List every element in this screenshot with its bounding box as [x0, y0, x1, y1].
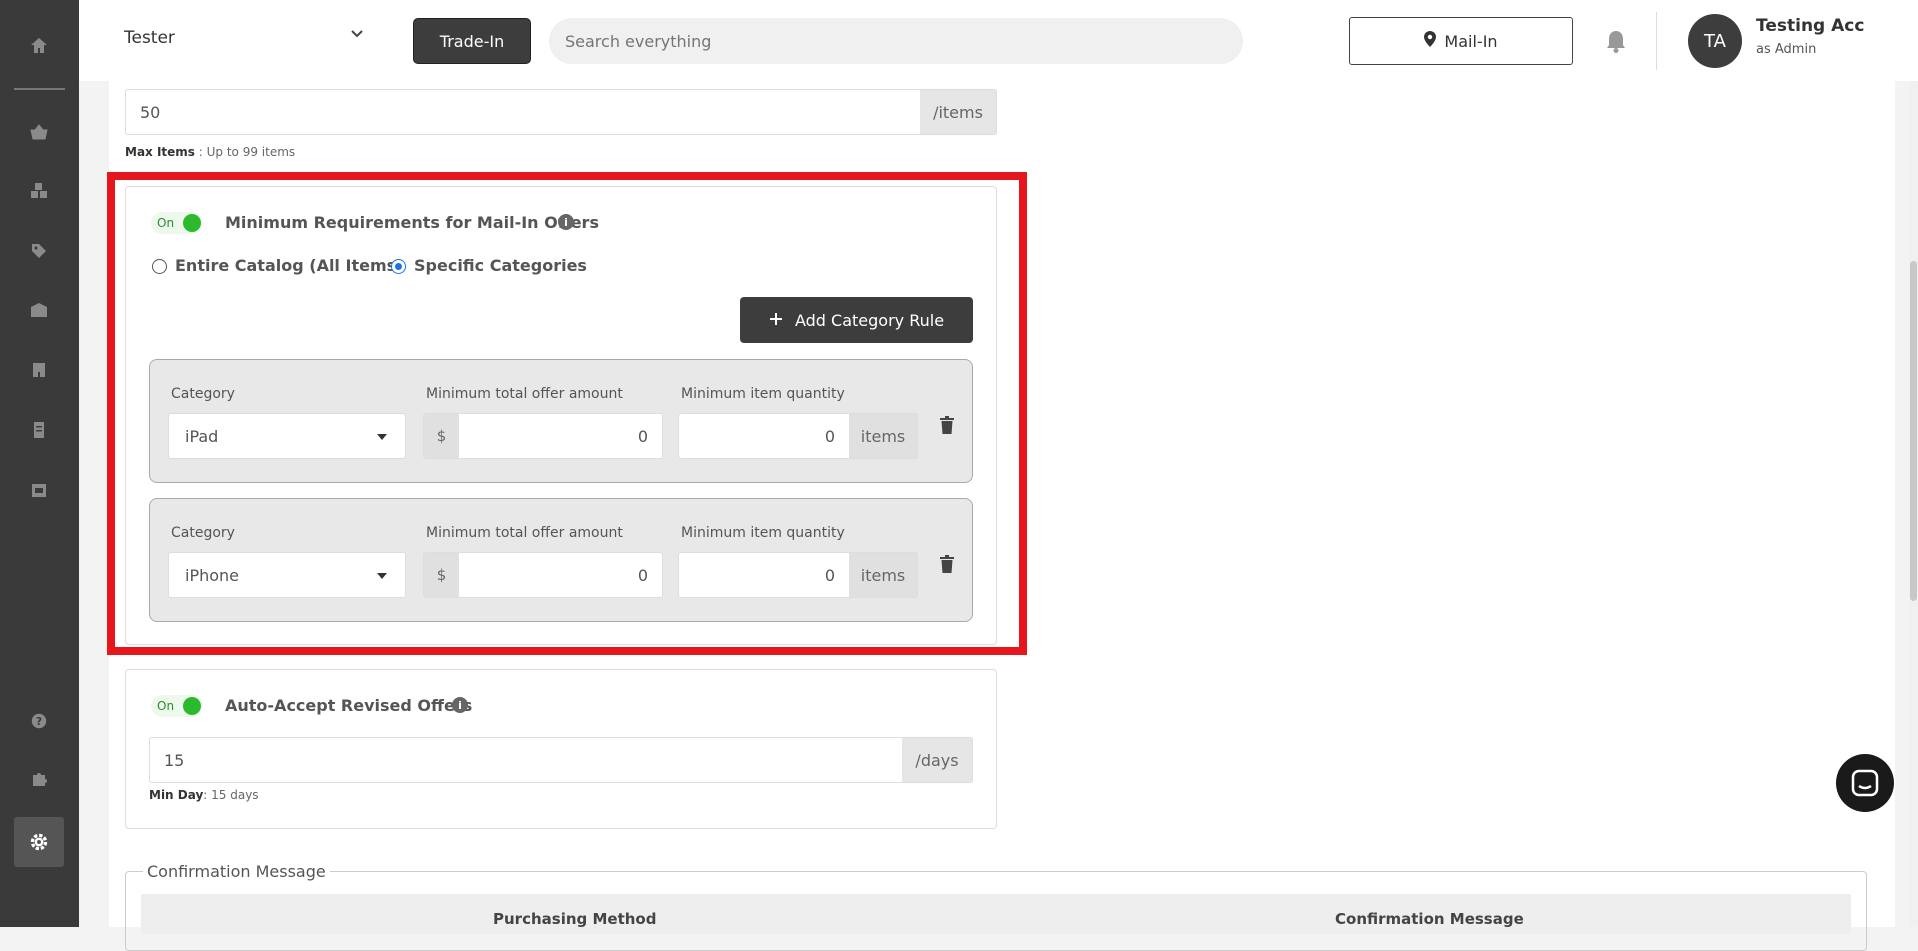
- boxes-icon[interactable]: [22, 174, 56, 208]
- min-qty-label: Minimum item quantity: [681, 386, 845, 402]
- max-items-input[interactable]: 50: [126, 90, 920, 134]
- store-name: Tester: [124, 28, 175, 48]
- warehouse-icon[interactable]: [22, 293, 56, 327]
- basket-icon[interactable]: [22, 115, 56, 149]
- radio-specific-categories[interactable]: [391, 259, 406, 274]
- min-qty-input-group: 0 items: [678, 413, 918, 459]
- min-amount-input-group: $ 0: [423, 413, 663, 459]
- chat-icon[interactable]: [1836, 754, 1894, 812]
- category-select[interactable]: iPad: [168, 413, 406, 459]
- min-amount-label: Minimum total offer amount: [426, 386, 623, 402]
- min-requirements-toggle[interactable]: On: [151, 212, 203, 234]
- min-qty-input-group: 0 items: [678, 552, 918, 598]
- trash-icon[interactable]: [940, 555, 956, 575]
- min-qty-input[interactable]: 0: [679, 553, 849, 597]
- toggle-knob: [183, 697, 201, 715]
- min-qty-input[interactable]: 0: [679, 414, 849, 458]
- category-value: iPad: [185, 426, 219, 446]
- add-category-rule-label: Add Category Rule: [794, 310, 945, 330]
- min-qty-label: Minimum item quantity: [681, 525, 845, 541]
- avatar[interactable]: TA: [1688, 14, 1742, 68]
- auto-accept-hint-label: Min Day: [149, 788, 204, 802]
- col-confirmation-message: Confirmation Message: [1335, 910, 1524, 928]
- category-rule: Category Minimum total offer amount Mini…: [149, 498, 973, 622]
- store-icon[interactable]: [22, 473, 56, 507]
- scrollbar[interactable]: [1909, 81, 1918, 927]
- map-pin-icon: [1424, 31, 1437, 51]
- building-icon[interactable]: [22, 353, 56, 387]
- settings-icon[interactable]: [14, 817, 64, 867]
- location-label: Mail-In: [1444, 31, 1498, 51]
- category-rule: Category Minimum total offer amount Mini…: [149, 359, 973, 483]
- toggle-label: On: [157, 216, 175, 230]
- min-amount-label: Minimum total offer amount: [426, 525, 623, 541]
- currency-prefix: $: [424, 414, 459, 458]
- sidebar: ?: [0, 0, 79, 927]
- qty-suffix: items: [849, 553, 917, 597]
- help-icon[interactable]: ?: [22, 704, 56, 738]
- svg-text:?: ?: [36, 715, 42, 728]
- search-input[interactable]: [549, 18, 1243, 64]
- currency-prefix: $: [424, 553, 459, 597]
- confirmation-table-header: Purchasing Method Confirmation Message: [141, 894, 1851, 934]
- store-selector[interactable]: Tester: [124, 28, 364, 52]
- min-amount-input-group: $ 0: [423, 552, 663, 598]
- receipt-icon[interactable]: [22, 413, 56, 447]
- add-category-rule-button[interactable]: Add Category Rule: [740, 297, 973, 343]
- toggle-knob: [183, 214, 201, 232]
- chevron-down-icon: [350, 26, 364, 45]
- user-name[interactable]: Testing Acc: [1756, 16, 1864, 36]
- toggle-label: On: [157, 699, 175, 713]
- location-button[interactable]: Mail-In: [1349, 17, 1573, 65]
- bell-icon[interactable]: [1601, 26, 1631, 56]
- divider: [1656, 12, 1657, 70]
- caret-down-icon: [377, 573, 387, 579]
- max-items-hint-text: : Up to 99 items: [194, 145, 296, 159]
- min-amount-input[interactable]: 0: [459, 553, 662, 597]
- max-items-input-group: 50 /items: [125, 89, 997, 135]
- info-icon[interactable]: i: [558, 214, 574, 230]
- col-purchasing-method: Purchasing Method: [493, 910, 657, 928]
- tag-icon[interactable]: [22, 234, 56, 268]
- auto-accept-hint-text: : 15 days: [203, 788, 259, 802]
- min-requirements-title: Minimum Requirements for Mail-In Offers: [225, 213, 599, 232]
- scrollbar-thumb[interactable]: [1910, 261, 1917, 601]
- auto-accept-hint: Min Day: 15 days: [149, 788, 259, 802]
- home-icon[interactable]: [22, 29, 56, 63]
- radio-entire-catalog-label[interactable]: Entire Catalog (All Items): [175, 256, 403, 275]
- caret-down-icon: [377, 434, 387, 440]
- user-role: as Admin: [1756, 42, 1817, 57]
- plus-icon: [769, 311, 783, 330]
- auto-accept-title: Auto-Accept Revised Offers: [225, 696, 473, 715]
- category-label: Category: [171, 525, 235, 541]
- min-amount-input[interactable]: 0: [459, 414, 662, 458]
- max-items-hint: Max Items : Up to 99 items: [125, 145, 295, 159]
- sidebar-divider: [14, 88, 65, 90]
- info-icon[interactable]: i: [452, 697, 468, 713]
- auto-accept-input-group: 15 /days: [149, 737, 973, 783]
- auto-accept-days-input[interactable]: 15: [150, 738, 902, 782]
- max-items-hint-label: Max Items: [125, 145, 195, 159]
- trade-in-button[interactable]: Trade-In: [413, 18, 531, 64]
- category-select[interactable]: iPhone: [168, 552, 406, 598]
- radio-specific-categories-label[interactable]: Specific Categories: [414, 256, 587, 275]
- radio-entire-catalog[interactable]: [152, 259, 167, 274]
- top-bar: Tester Trade-In Mail-In TA Testing Acc a…: [79, 0, 1918, 81]
- max-items-suffix: /items: [920, 90, 996, 134]
- trash-icon[interactable]: [940, 416, 956, 436]
- category-label: Category: [171, 386, 235, 402]
- puzzle-icon[interactable]: [22, 762, 56, 796]
- days-suffix: /days: [902, 738, 972, 782]
- auto-accept-toggle[interactable]: On: [151, 695, 203, 717]
- confirmation-legend: Confirmation Message: [143, 862, 330, 881]
- qty-suffix: items: [849, 414, 917, 458]
- category-value: iPhone: [185, 565, 240, 585]
